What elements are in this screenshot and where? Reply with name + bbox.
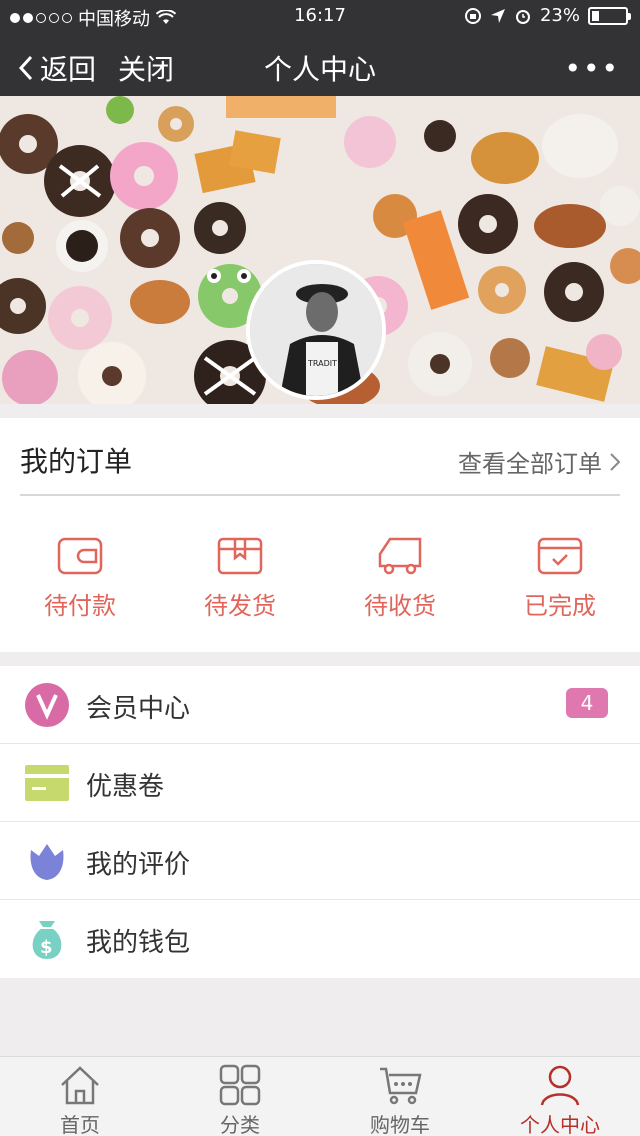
menu-item-label: 我的钱包 xyxy=(86,928,191,958)
cart-icon xyxy=(380,1067,422,1105)
coupon-icon xyxy=(25,765,69,801)
order-status-label: 待发货 xyxy=(204,592,276,620)
truck-icon xyxy=(378,537,422,575)
chevron-right-icon xyxy=(610,452,620,471)
my-orders-card: 我的订单 查看全部订单 待付款 待发货 待收货 已完成 xyxy=(0,418,640,652)
order-status-to-receive[interactable]: 待收货 xyxy=(320,536,480,621)
tab-home[interactable]: 首页 xyxy=(0,1057,160,1136)
menu-item-my-reviews[interactable]: 我的评价 xyxy=(0,822,640,900)
status-bar: 中国移动 16:17 23% xyxy=(0,0,640,32)
order-status-pending-payment[interactable]: 待付款 xyxy=(0,536,160,621)
tab-profile[interactable]: 个人中心 xyxy=(480,1057,640,1136)
member-count-badge: 4 xyxy=(566,688,608,718)
money-bag-icon: $ xyxy=(32,921,62,959)
nav-bar: 返回 关闭 个人中心 ••• xyxy=(0,32,640,96)
view-all-orders-link[interactable]: 查看全部订单 xyxy=(458,444,620,479)
alarm-icon xyxy=(515,9,530,24)
order-status-to-ship[interactable]: 待发货 xyxy=(160,536,320,621)
menu-item-label: 优惠卷 xyxy=(86,772,165,802)
view-all-orders-label: 查看全部订单 xyxy=(458,450,602,478)
order-status-label: 已完成 xyxy=(524,592,596,620)
menu-list: 会员中心 4 优惠卷 我的评价 $ 我的钱包 xyxy=(0,666,640,978)
battery-percent: 23% xyxy=(539,5,580,26)
tab-label: 个人中心 xyxy=(520,1113,600,1136)
my-orders-title: 我的订单 xyxy=(20,445,133,478)
order-status-completed[interactable]: 已完成 xyxy=(480,536,640,621)
more-button[interactable]: ••• xyxy=(564,52,620,85)
menu-item-coupons[interactable]: 优惠卷 xyxy=(0,744,640,822)
battery-icon xyxy=(588,6,631,25)
avatar[interactable]: TRADIT xyxy=(246,260,386,400)
tab-label: 购物车 xyxy=(370,1113,430,1136)
tab-label: 分类 xyxy=(220,1113,260,1136)
location-icon xyxy=(490,8,505,23)
menu-item-member-center[interactable]: 会员中心 4 xyxy=(0,666,640,744)
top-bar: 中国移动 16:17 23% 返回 关闭 个人中心 ••• xyxy=(0,0,640,96)
page-title: 个人中心 xyxy=(263,53,376,86)
menu-item-my-wallet[interactable]: $ 我的钱包 xyxy=(0,900,640,978)
tab-cart[interactable]: 购物车 xyxy=(320,1057,480,1136)
bottom-tab-bar: 首页 分类 购物车 个人中心 xyxy=(0,1056,640,1136)
home-icon xyxy=(61,1066,99,1105)
menu-item-label: 我的评价 xyxy=(86,850,191,880)
grid-icon xyxy=(219,1064,261,1106)
flower-icon xyxy=(30,844,64,880)
order-status-label: 待付款 xyxy=(44,592,116,620)
profile-banner: TRADIT xyxy=(0,96,640,404)
svg-text:TRADIT: TRADIT xyxy=(307,359,337,368)
wallet-icon xyxy=(57,537,103,575)
rotation-lock-icon xyxy=(464,7,481,24)
svg-text:$: $ xyxy=(40,937,53,958)
tab-label: 首页 xyxy=(60,1113,100,1136)
order-status-label: 待收货 xyxy=(364,592,436,620)
package-icon xyxy=(217,537,263,575)
calendar-check-icon xyxy=(537,537,583,575)
user-photo: TRADIT xyxy=(250,264,382,396)
vip-icon xyxy=(25,683,69,727)
tab-category[interactable]: 分类 xyxy=(160,1057,320,1136)
menu-item-label: 会员中心 xyxy=(86,694,191,724)
user-icon xyxy=(540,1065,580,1106)
